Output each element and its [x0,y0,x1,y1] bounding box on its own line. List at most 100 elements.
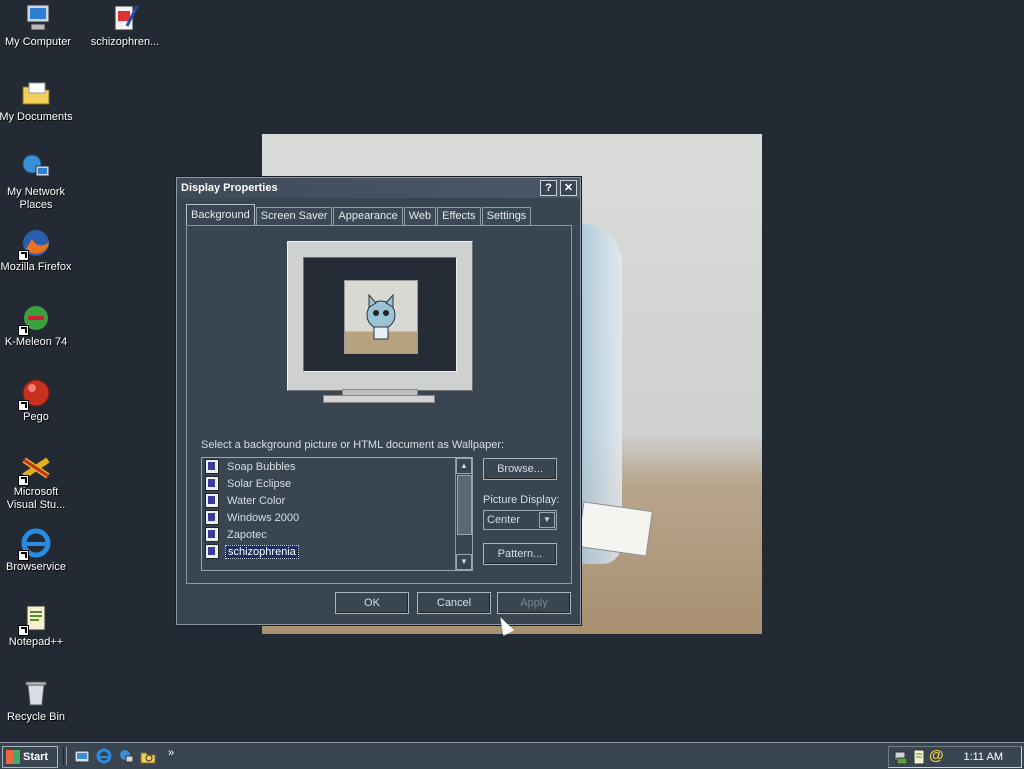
tray-notepad-icon[interactable] [911,749,927,765]
list-item[interactable]: Water Color [202,492,472,509]
desktop-icon-recycle-bin[interactable]: Recycle Bin [0,677,74,724]
close-button[interactable]: ✕ [560,180,577,196]
cancel-button[interactable]: Cancel [417,592,491,614]
desktop-icon-label: Pego [23,411,49,423]
monitor-screen [303,257,457,372]
tab-screen-saver[interactable]: Screen Saver [255,207,333,226]
desktop-icon-notepad-plus-plus[interactable]: Notepad++ [0,602,74,649]
desktop-icon-label: My Network Places [6,186,66,211]
internet-explorer-icon[interactable] [96,748,112,764]
folder-search-icon[interactable] [140,748,156,764]
notepad-icon [18,602,52,636]
shortcut-arrow-icon [18,625,29,636]
list-item[interactable]: Soap Bubbles [202,458,472,475]
taskbar: Start » @ 1:11 AM [0,742,1024,769]
start-button[interactable]: Start [2,746,58,768]
file-icon [205,476,219,491]
desktop-icon-label: Mozilla Firefox [0,261,72,273]
list-item[interactable]: Solar Eclipse [202,475,472,492]
file-icon [205,459,219,474]
list-item-label: Zapotec [227,528,267,541]
monitor-base [323,395,435,403]
quick-launch-overflow-icon[interactable]: » [168,747,174,759]
network-icon[interactable] [118,748,134,764]
dialog-title: Display Properties [181,182,278,194]
list-item-label: Soap Bubbles [227,460,296,473]
start-label: Start [23,751,49,763]
ok-button[interactable]: OK [335,592,409,614]
folder-icon [20,77,52,109]
scroll-down-arrow-icon[interactable]: ▼ [456,554,472,570]
list-item[interactable]: Zapotec [202,526,472,543]
desktop-icon-my-computer[interactable]: My Computer [0,2,76,49]
pattern-button[interactable]: Pattern... [483,543,557,565]
network-icon [20,152,52,184]
desktop-icon-label: schizophren... [90,36,160,48]
firefox-icon [18,227,52,261]
file-icon [205,544,219,559]
list-item-label: Water Color [227,494,286,507]
internet-explorer-icon [18,527,52,561]
desktop-icon-label: Recycle Bin [6,711,66,723]
pego-icon [18,377,52,411]
listbox-scrollbar[interactable]: ▲ ▼ [455,458,472,570]
desktop-icon-my-network-places[interactable]: My Network Places [0,152,74,212]
desktop-icon-visual-studio[interactable]: Microsoft Visual Stu... [0,452,74,512]
recycle-bin-icon [20,677,52,709]
taskbar-clock[interactable]: 1:11 AM [963,751,1003,763]
shortcut-arrow-icon [18,550,29,561]
desktop-icon-label: My Computer [4,36,72,48]
desktop-icon-mozilla-firefox[interactable]: Mozilla Firefox [0,227,74,274]
shortcut-arrow-icon [18,250,29,261]
background-tab-panel: Select a background picture or HTML docu… [186,225,572,584]
dialog-titlebar[interactable]: Display Properties ? ✕ [177,178,580,198]
wallpaper-caption: Select a background picture or HTML docu… [201,439,505,451]
system-tray: @ 1:11 AM [888,746,1022,768]
tab-settings[interactable]: Settings [481,207,532,226]
desktop-icon-label: K-Meleon 74 [4,336,68,348]
tray-at-icon[interactable]: @ [929,747,944,764]
computer-icon [22,2,54,34]
desktop-icon-label: Browservice [6,561,66,573]
browse-button[interactable]: Browse... [483,458,557,480]
monitor-preview [287,241,473,391]
display-properties-dialog: Display Properties ? ✕ Background Screen… [176,177,581,625]
windows-logo-icon [6,750,20,764]
desktop-icon-k-meleon[interactable]: K-Meleon 74 [0,302,74,349]
chevron-down-icon[interactable]: ▼ [539,512,555,528]
file-icon [205,493,219,508]
scroll-up-arrow-icon[interactable]: ▲ [456,458,472,474]
tab-web[interactable]: Web [403,207,437,226]
tab-effects[interactable]: Effects [437,207,481,226]
list-item-label: Solar Eclipse [227,477,292,490]
image-file-icon [109,2,141,34]
file-icon [205,510,219,525]
shortcut-arrow-icon [18,325,29,336]
apply-button[interactable]: Apply [497,592,571,614]
k-meleon-icon [18,302,52,336]
taskbar-divider [63,747,67,765]
picture-display-select[interactable]: Center ▼ [483,510,557,530]
list-item-selected[interactable]: schizophrenia [202,543,472,560]
desktop-icon-label: My Documents [0,111,73,123]
list-item-label: Windows 2000 [227,511,300,524]
wallpaper-listbox[interactable]: Soap Bubbles Solar Eclipse Water Color W… [201,457,473,571]
list-item[interactable]: Windows 2000 [202,509,472,526]
list-item-label: schizophrenia [225,544,299,559]
scrollbar-thumb[interactable] [457,475,472,535]
desktop-icon-label: Microsoft Visual Stu... [6,486,66,511]
dialog-tabs: Background Screen Saver Appearance Web E… [186,204,532,228]
desktop-icon-browservice[interactable]: Browservice [0,527,74,574]
desktop-icon-my-documents[interactable]: My Documents [0,77,74,124]
picture-display-label: Picture Display: [483,494,560,506]
desktop-icon-schizophrenia[interactable]: schizophren... [87,2,163,49]
tray-network-icon[interactable] [893,749,909,765]
show-desktop-icon[interactable] [74,748,90,764]
desktop-icon-pego[interactable]: Pego [0,377,74,424]
tab-appearance[interactable]: Appearance [333,207,403,226]
help-button[interactable]: ? [540,180,557,196]
wallpaper-preview-image [344,280,418,354]
desktop-icon-label: Notepad++ [8,636,64,648]
wallpaper-card [577,501,653,557]
picture-display-value: Center [487,514,521,526]
